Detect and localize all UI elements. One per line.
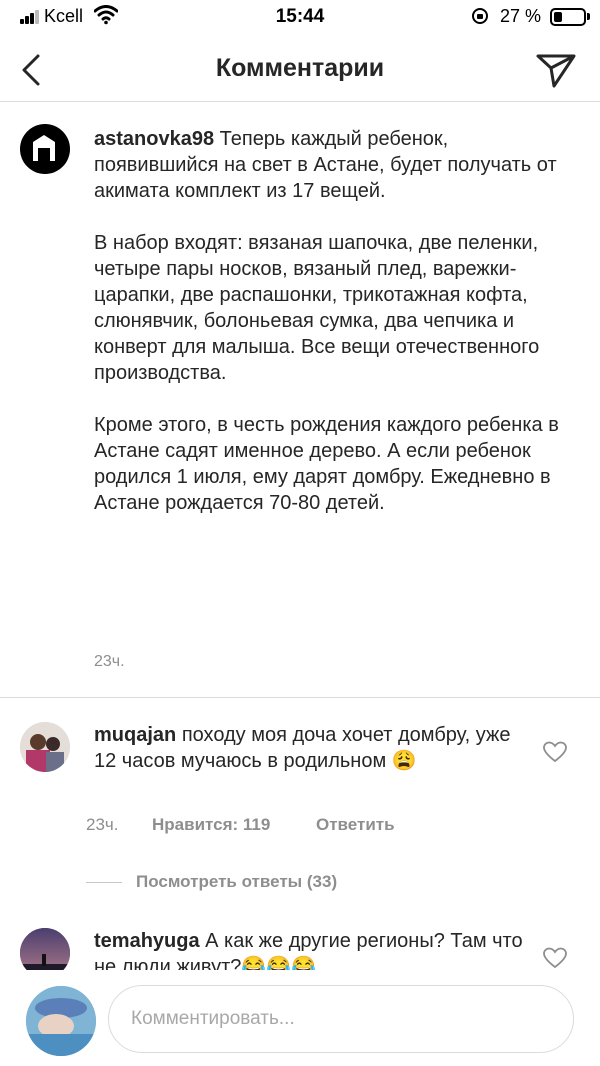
comment-username[interactable]: temahyuga	[94, 930, 200, 952]
comment-timestamp: 23ч.	[86, 815, 119, 834]
caption-timestamp: 23ч.	[94, 653, 125, 670]
nav-header: Комментарии	[0, 36, 600, 102]
comment-body: muqajan походу моя доча хочет домбру, уж…	[94, 722, 534, 774]
battery-tip	[587, 13, 590, 20]
reply-button[interactable]: Ответить	[316, 815, 395, 835]
orientation-lock-icon	[472, 8, 488, 24]
caption-paragraph: Кроме этого, в честь рождения каждого ре…	[94, 414, 559, 514]
likes-label: Нравится: 119	[152, 815, 271, 834]
avatar[interactable]	[20, 722, 70, 772]
comment-body: temahyuga А как же другие регионы? Там ч…	[94, 928, 534, 970]
post-caption: astanovka98 Теперь каждый ребенок, появи…	[0, 102, 600, 698]
heart-outline-icon[interactable]	[542, 946, 568, 970]
user-photo	[20, 928, 70, 970]
reply-label: Ответить	[316, 815, 395, 834]
battery-percent: 27 %	[500, 6, 542, 26]
avatar[interactable]	[20, 124, 70, 174]
caption-body: astanovka98 Теперь каждый ребенок, появи…	[94, 126, 574, 542]
comment-input[interactable]	[108, 985, 574, 1053]
caption-paragraph: astanovka98 Теперь каждый ребенок, появи…	[94, 126, 574, 204]
battery-level	[554, 12, 562, 22]
page-title: Комментарии	[215, 54, 385, 82]
paper-plane-icon[interactable]	[534, 48, 578, 92]
heart-outline-icon[interactable]	[542, 740, 568, 764]
avatar[interactable]	[26, 986, 96, 1056]
comment-input-bar	[0, 970, 600, 1066]
caption-paragraph: В набор входят: вязаная шапочка, две пел…	[94, 232, 540, 384]
divider	[86, 882, 122, 883]
status-bar: Kcell 15:44 27 %	[0, 0, 600, 36]
avatar[interactable]	[20, 928, 70, 970]
view-replies-link[interactable]: Посмотреть ответы (33)	[136, 872, 337, 892]
user-photo	[26, 986, 96, 1056]
likes-count[interactable]: Нравится: 119	[152, 815, 270, 835]
user-photo	[20, 722, 70, 772]
logo-icon	[33, 135, 55, 161]
caption-username[interactable]: astanovka98	[94, 128, 214, 150]
comment-clip: temahyuga А как же другие регионы? Там ч…	[0, 900, 600, 970]
comment-username[interactable]: muqajan	[94, 724, 176, 746]
battery-icon	[550, 8, 586, 26]
